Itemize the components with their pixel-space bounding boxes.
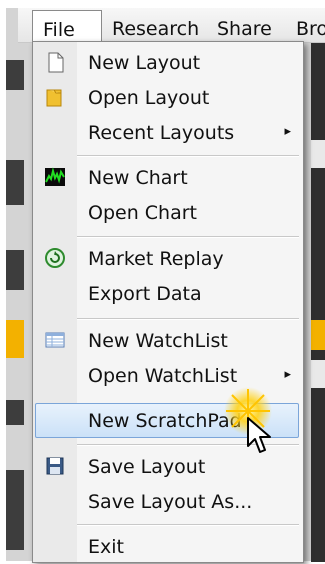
menu-share[interactable]: Share [217, 18, 272, 40]
background-panel [6, 250, 24, 290]
menu-item-label: New ScratchPad [88, 410, 242, 432]
background-side [311, 42, 325, 562]
submenu-arrow-icon: ▸ [284, 124, 291, 139]
background-panel [6, 400, 24, 425]
menu-separator [77, 318, 299, 320]
menu-item-open-layout[interactable]: Open Layout [33, 80, 303, 114]
menu-item-label: Exit [88, 536, 124, 558]
menu-file-label: File [43, 19, 75, 41]
menu-item-label: New Chart [88, 167, 188, 189]
menu-item-save-layout-as[interactable]: Save Layout As... [33, 484, 303, 518]
menu-item-export-data[interactable]: Export Data [33, 276, 303, 310]
menu-research[interactable]: Research [112, 18, 199, 40]
background-panel [6, 470, 24, 550]
menu-item-new-layout[interactable]: New Layout [33, 45, 303, 79]
folder-icon [46, 89, 62, 107]
menu-item-label: Save Layout [88, 456, 206, 478]
save-icon [46, 457, 64, 475]
menubar: File Research Share Bro [18, 8, 325, 45]
mouse-cursor-icon [247, 417, 271, 453]
chart-icon [45, 167, 65, 186]
menu-item-market-replay[interactable]: Market Replay [33, 241, 303, 275]
menu-bro[interactable]: Bro [296, 18, 325, 40]
menu-item-recent-layouts[interactable]: Recent Layouts ▸ [33, 115, 303, 149]
replay-icon [45, 248, 65, 268]
menu-item-label: Open Chart [88, 202, 197, 224]
menu-file[interactable]: File [32, 10, 102, 45]
menu-item-label: Save Layout As... [88, 491, 253, 513]
menu-item-label: Open WatchList [88, 365, 238, 387]
menu-item-label: Market Replay [88, 248, 224, 270]
menu-item-open-chart[interactable]: Open Chart [33, 195, 303, 229]
menu-item-label: Recent Layouts [88, 122, 235, 144]
watchlist-icon [45, 332, 65, 348]
menu-item-new-watchlist[interactable]: New WatchList [33, 323, 303, 357]
document-icon [48, 52, 64, 73]
background-panel [6, 60, 24, 90]
background-side [311, 360, 325, 388]
background-panel [6, 160, 24, 205]
menu-item-label: Export Data [88, 283, 202, 305]
menu-item-new-chart[interactable]: New Chart [33, 160, 303, 194]
menu-separator [77, 524, 299, 526]
background-side-accent [311, 320, 325, 350]
background-panel-accent [6, 320, 24, 358]
menu-separator [77, 236, 299, 238]
background-side [311, 140, 325, 168]
menu-item-exit[interactable]: Exit [33, 529, 303, 563]
submenu-arrow-icon: ▸ [284, 367, 291, 382]
menu-item-label: New Layout [88, 52, 201, 74]
menu-item-label: Open Layout [88, 87, 210, 109]
menu-separator [77, 155, 299, 157]
file-dropdown-menu: New Layout Open Layout Recent Layouts ▸ … [32, 41, 304, 563]
menu-item-label: New WatchList [88, 330, 228, 352]
